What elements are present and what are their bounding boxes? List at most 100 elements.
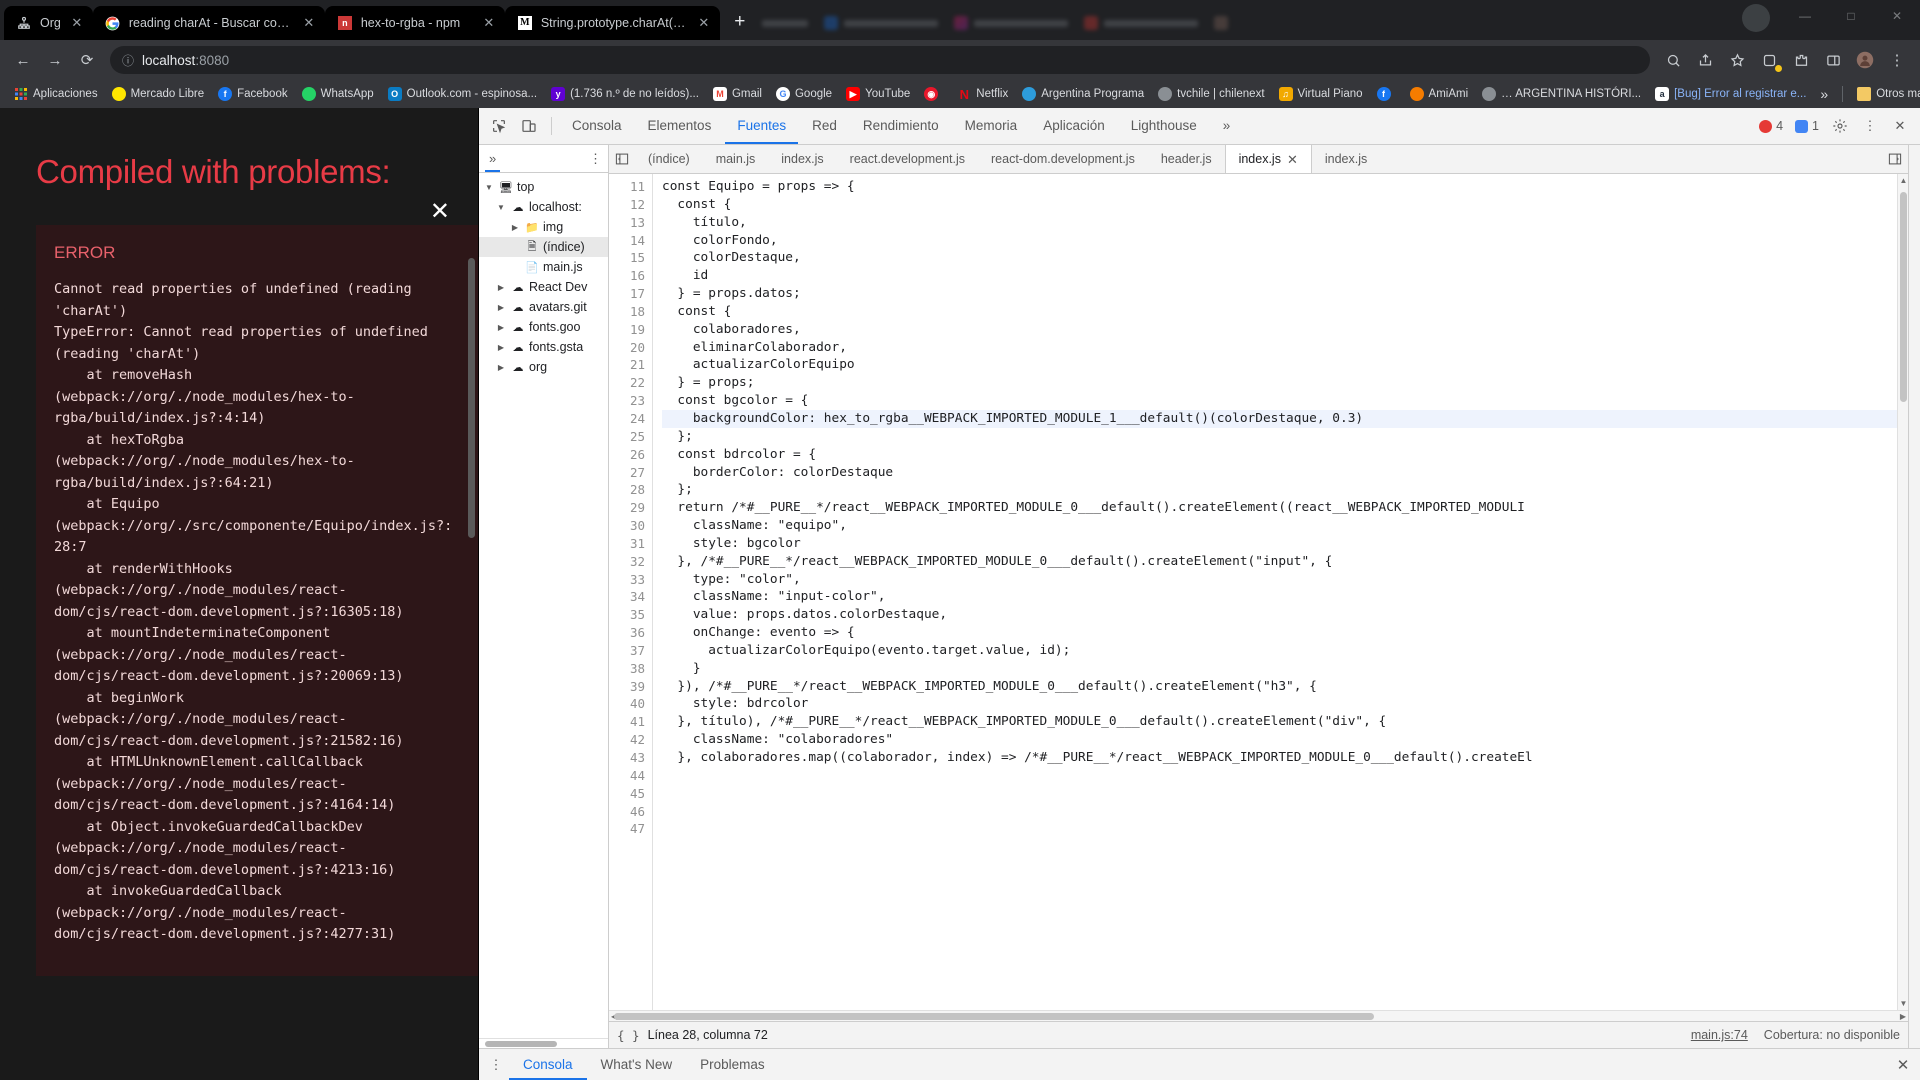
bookmark-item[interactable]: … ARGENTINA HISTÓRI... <box>1476 85 1647 103</box>
tree-node-fonts-gstatic[interactable]: ▶ ☁ fonts.gsta <box>479 337 608 357</box>
star-icon[interactable] <box>1722 45 1752 75</box>
puzzle-icon[interactable] <box>1786 45 1816 75</box>
close-icon[interactable]: ✕ <box>1287 145 1298 173</box>
panel-toggle-icon[interactable] <box>609 152 635 166</box>
chevron-right-icon[interactable]: ▶ <box>495 363 507 372</box>
other-bookmarks-folder[interactable]: Otros marcadores <box>1851 85 1920 103</box>
tree-node-localhost[interactable]: ▼ ☁ localhost: <box>479 197 608 217</box>
kebab-menu-icon[interactable]: ⋮ <box>589 151 602 167</box>
file-tab-react-development[interactable]: react.development.js <box>837 145 978 173</box>
maximize-button[interactable]: □ <box>1828 9 1874 23</box>
tab-consola[interactable]: Consola <box>560 108 634 144</box>
drawer-tab-consola[interactable]: Consola <box>509 1049 587 1080</box>
close-icon[interactable]: ✕ <box>1890 1056 1916 1074</box>
file-tab-indexjs-2[interactable]: index.js <box>1312 145 1380 173</box>
split-icon[interactable] <box>1818 45 1848 75</box>
bookmark-item[interactable]: Argentina Programa <box>1016 85 1150 103</box>
minimize-button[interactable]: — <box>1782 9 1828 23</box>
tab-red[interactable]: Red <box>800 108 849 144</box>
bookmark-item[interactable]: Mercado Libre <box>106 85 211 103</box>
chevron-right-icon[interactable]: ▶ <box>495 303 507 312</box>
warning-count-badge[interactable]: 1 <box>1790 119 1824 133</box>
file-tab-indexjs-active[interactable]: index.js ✕ <box>1224 145 1312 173</box>
chevron-right-icon[interactable]: ▶ <box>509 223 521 232</box>
bookmark-item[interactable]: WhatsApp <box>296 85 380 103</box>
chevron-right-icon[interactable]: ▶ <box>495 343 507 352</box>
bookmark-item[interactable]: ♫ Virtual Piano <box>1273 85 1369 103</box>
code-hscrollbar[interactable]: ◀ ▶ <box>609 1010 1908 1021</box>
code-content[interactable]: const Equipo = props => { const { título… <box>653 174 1897 1010</box>
vscroll-thumb[interactable] <box>1900 192 1907 402</box>
file-tab-headerjs[interactable]: header.js <box>1148 145 1225 173</box>
navigator-overflow-button[interactable]: » <box>485 145 500 172</box>
tree-node-img[interactable]: ▶ 📁 img <box>479 217 608 237</box>
file-tab-react-dom-development[interactable]: react-dom.development.js <box>978 145 1148 173</box>
tab-lighthouse[interactable]: Lighthouse <box>1119 108 1209 144</box>
bookmarks-overflow-button[interactable]: » <box>1814 84 1834 104</box>
bookmark-item[interactable]: y (1.736 n.º de no leídos)... <box>545 85 705 103</box>
close-icon[interactable]: ✕ <box>69 15 85 31</box>
forward-icon[interactable]: → <box>40 45 70 75</box>
bookmark-item[interactable]: G Google <box>770 85 838 103</box>
tab-fuentes[interactable]: Fuentes <box>725 108 798 144</box>
file-tab-mainjs[interactable]: main.js <box>703 145 769 173</box>
bookmark-item[interactable]: a [Bug] Error al registrar e... <box>1649 85 1812 103</box>
profile-icon[interactable] <box>1850 45 1880 75</box>
scroll-up-icon[interactable]: ▲ <box>1898 176 1908 185</box>
scroll-right-icon[interactable]: ▶ <box>1900 1011 1906 1022</box>
menu-icon[interactable]: ⋮ <box>1882 45 1912 75</box>
tree-node-mainjs[interactable]: 📄 main.js <box>479 257 608 277</box>
code-viewport[interactable]: 11 12 13 14 15 16 17 18 19 20 21 22 23 2… <box>609 174 1908 1010</box>
kebab-menu-icon[interactable]: ⋮ <box>1856 113 1884 139</box>
tree-node-avatars[interactable]: ▶ ☁ avatars.git <box>479 297 608 317</box>
close-icon[interactable]: ✕ <box>430 200 450 224</box>
drawer-tab-problemas[interactable]: Problemas <box>686 1049 779 1080</box>
new-tab-button[interactable]: + <box>726 9 754 37</box>
tab-elementos[interactable]: Elementos <box>636 108 724 144</box>
code-vscrollbar[interactable]: ▲ ▼ <box>1897 174 1908 1010</box>
tree-node-indice[interactable]: 🗎 (índice) <box>479 237 608 257</box>
error-count-badge[interactable]: 4 <box>1754 119 1788 133</box>
scroll-down-icon[interactable]: ▼ <box>1898 999 1908 1008</box>
browser-tab-0[interactable]: Org ✕ <box>4 6 93 40</box>
bookmark-item[interactable]: Aplicaciones <box>8 85 104 103</box>
close-icon[interactable]: ✕ <box>1886 113 1914 139</box>
bookmark-item[interactable]: tvchile | chilenext <box>1152 85 1270 103</box>
chevron-right-icon[interactable]: ▶ <box>495 323 507 332</box>
tab-rendimiento[interactable]: Rendimiento <box>851 108 951 144</box>
device-toolbar-icon[interactable] <box>515 113 543 139</box>
bookmark-item[interactable]: f <box>1371 85 1402 103</box>
browser-tab-3[interactable]: M String.prototype.charAt() - JavaScript… <box>504 6 720 40</box>
info-icon[interactable]: ⓘ <box>122 52 134 69</box>
kebab-menu-icon[interactable]: ⋮ <box>483 1057 509 1073</box>
zoom-icon[interactable] <box>1658 45 1688 75</box>
close-icon[interactable]: ✕ <box>481 15 497 31</box>
source-map-link[interactable]: main.js:74 <box>1691 1028 1748 1042</box>
close-icon[interactable]: ✕ <box>696 15 712 31</box>
pretty-print-icon[interactable]: { } <box>617 1028 640 1043</box>
chevron-down-icon[interactable]: ▼ <box>483 183 495 192</box>
browser-tab-2[interactable]: n hex-to-rgba - npm ✕ <box>324 6 505 40</box>
file-tab-indice[interactable]: (índice) <box>635 145 703 173</box>
back-icon[interactable]: ← <box>8 45 38 75</box>
panels-overflow-button[interactable]: » <box>1211 108 1243 144</box>
bookmark-item[interactable]: f Facebook <box>212 85 294 103</box>
drawer-tab-whats-new[interactable]: What's New <box>587 1049 687 1080</box>
browser-tab-1[interactable]: reading charAt - Buscar con Google ✕ <box>92 6 325 40</box>
close-icon[interactable]: ✕ <box>301 15 317 31</box>
bookmark-item[interactable]: M Gmail <box>707 85 768 103</box>
overlay-scrollbar[interactable] <box>468 258 475 538</box>
tab-aplicacion[interactable]: Aplicación <box>1031 108 1117 144</box>
file-tab-indexjs-1[interactable]: index.js <box>768 145 836 173</box>
gear-icon[interactable] <box>1826 113 1854 139</box>
tree-node-top[interactable]: ▼ 🖥 top <box>479 177 608 197</box>
inspect-cursor-icon[interactable] <box>485 113 513 139</box>
reload-icon[interactable]: ⟳ <box>72 45 102 75</box>
panel-toggle-right-icon[interactable] <box>1882 152 1908 166</box>
chevron-right-icon[interactable]: ▶ <box>495 283 507 292</box>
navigator-hscrollbar[interactable] <box>479 1038 608 1048</box>
chevron-down-icon[interactable]: ▼ <box>495 203 507 212</box>
bookmark-item[interactable]: AmiAmi <box>1404 85 1475 103</box>
bookmark-item[interactable]: ◉ <box>918 85 949 103</box>
bookmark-item[interactable]: N Netflix <box>951 85 1014 103</box>
